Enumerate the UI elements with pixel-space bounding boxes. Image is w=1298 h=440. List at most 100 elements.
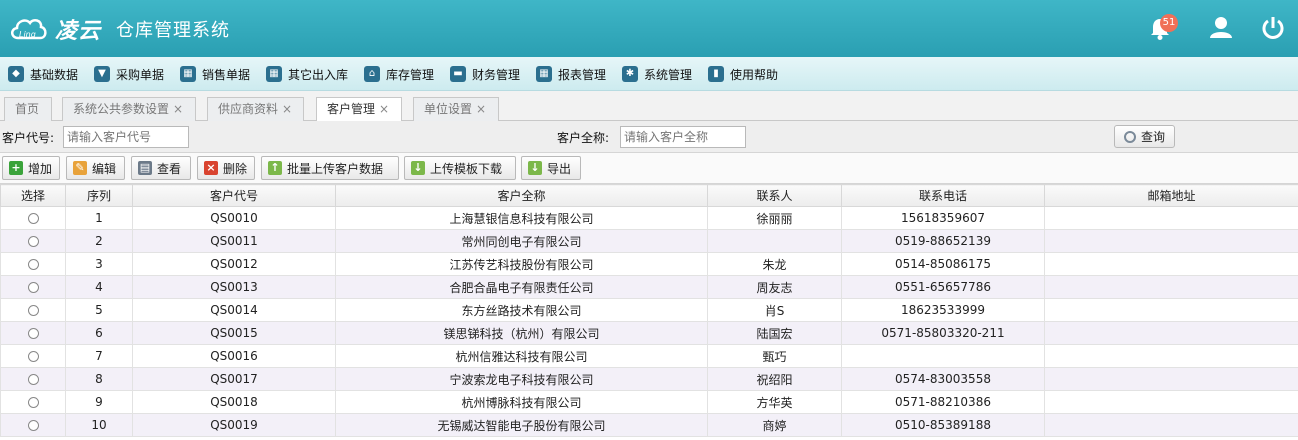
add-button[interactable]: + 增加 bbox=[2, 156, 60, 180]
row-select-cell[interactable] bbox=[0, 390, 66, 414]
table-row[interactable]: 7 QS0016 杭州信雅达科技有限公司 甄巧 bbox=[0, 344, 1298, 368]
menu-help[interactable]: ▮ 使用帮助 bbox=[708, 65, 778, 83]
tab-home[interactable]: 首页 bbox=[4, 97, 52, 121]
col-header-contact[interactable]: 联系人 bbox=[707, 184, 842, 207]
col-header-name[interactable]: 客户全称 bbox=[335, 184, 708, 207]
delete-button[interactable]: × 删除 bbox=[197, 156, 255, 180]
cell-email bbox=[1044, 206, 1298, 230]
row-select-cell[interactable] bbox=[0, 413, 66, 437]
cell-code: QS0011 bbox=[132, 229, 336, 253]
cell-code: QS0015 bbox=[132, 321, 336, 345]
table-row[interactable]: 10 QS0019 无锡威达智能电子股份有限公司 商婷 0510-85389188 bbox=[0, 413, 1298, 437]
row-select-cell[interactable] bbox=[0, 321, 66, 345]
row-radio[interactable] bbox=[27, 213, 39, 224]
edit-button[interactable]: ✎ 编辑 bbox=[66, 156, 125, 180]
close-icon[interactable]: × bbox=[173, 102, 183, 116]
menu-sales[interactable]: ▦ 销售单据 bbox=[180, 65, 250, 83]
cell-email bbox=[1044, 298, 1298, 322]
view-button[interactable]: ▤ 查看 bbox=[131, 156, 191, 180]
col-header-email[interactable]: 邮箱地址 bbox=[1044, 184, 1298, 207]
tab-system-params[interactable]: 系统公共参数设置 × bbox=[62, 97, 196, 121]
cell-email bbox=[1044, 390, 1298, 414]
query-button[interactable]: 查询 bbox=[1114, 125, 1175, 148]
row-select-cell[interactable] bbox=[0, 275, 66, 299]
row-select-cell[interactable] bbox=[0, 344, 66, 368]
template-download-button[interactable]: ↓ 上传模板下载 bbox=[404, 156, 516, 180]
table-row[interactable]: 1 QS0010 上海慧银信息科技有限公司 徐丽丽 15618359607 bbox=[0, 206, 1298, 230]
row-radio[interactable] bbox=[27, 374, 39, 385]
cell-contact: 甄巧 bbox=[707, 344, 842, 368]
close-icon[interactable]: × bbox=[476, 102, 486, 116]
tab-customers[interactable]: 客户管理 × bbox=[316, 97, 402, 122]
row-radio[interactable] bbox=[27, 259, 39, 270]
row-radio[interactable] bbox=[27, 351, 39, 362]
row-select-cell[interactable] bbox=[0, 298, 66, 322]
row-select-cell[interactable] bbox=[0, 229, 66, 253]
row-radio[interactable] bbox=[27, 282, 39, 293]
row-select-cell[interactable] bbox=[0, 252, 66, 276]
close-icon[interactable]: × bbox=[282, 102, 292, 116]
cell-name: 合肥合晶电子有限责任公司 bbox=[335, 275, 708, 299]
cell-seq: 3 bbox=[65, 252, 133, 276]
tab-suppliers[interactable]: 供应商资料 × bbox=[207, 97, 304, 121]
row-radio[interactable] bbox=[27, 397, 39, 408]
menu-purchase[interactable]: ▼ 采购单据 bbox=[94, 65, 164, 83]
cell-email bbox=[1044, 413, 1298, 437]
menu-other-inout[interactable]: ▦ 其它出入库 bbox=[266, 65, 348, 83]
table-row[interactable]: 2 QS0011 常州同创电子有限公司 0519-88652139 bbox=[0, 229, 1298, 253]
row-radio[interactable] bbox=[27, 236, 39, 247]
table-row[interactable]: 5 QS0014 东方丝路技术有限公司 肖S 18623533999 bbox=[0, 298, 1298, 322]
customer-code-input[interactable] bbox=[63, 126, 189, 148]
table-row[interactable]: 3 QS0012 江苏传艺科技股份有限公司 朱龙 0514-85086175 bbox=[0, 252, 1298, 276]
calendar-icon: ▦ bbox=[536, 66, 552, 82]
cell-seq: 8 bbox=[65, 367, 133, 391]
calendar-icon: ▦ bbox=[180, 66, 196, 82]
table-row[interactable]: 6 QS0015 镁思锑科技（杭州）有限公司 陆国宏 0571-85803320-211 bbox=[0, 321, 1298, 345]
brand-name: 凌云 bbox=[55, 19, 102, 44]
table-row[interactable]: 8 QS0017 宁波索龙电子科技有限公司 祝绍阳 0574-83003558 bbox=[0, 367, 1298, 391]
cell-contact: 肖S bbox=[707, 298, 842, 322]
cell-contact: 朱龙 bbox=[707, 252, 842, 276]
cell-name: 江苏传艺科技股份有限公司 bbox=[335, 252, 708, 276]
export-button[interactable]: ↓ 导出 bbox=[521, 156, 581, 180]
col-header-phone[interactable]: 联系电话 bbox=[841, 184, 1045, 207]
cell-contact: 徐丽丽 bbox=[707, 206, 842, 230]
cell-phone: 18623533999 bbox=[841, 298, 1045, 322]
menu-basic-data[interactable]: ◆ 基础数据 bbox=[8, 65, 78, 83]
menu-system[interactable]: ✱ 系统管理 bbox=[622, 65, 692, 83]
cell-email bbox=[1044, 367, 1298, 391]
bulk-upload-button[interactable]: ↑ 批量上传客户数据 bbox=[261, 156, 399, 180]
row-select-cell[interactable] bbox=[0, 206, 66, 230]
cell-seq: 10 bbox=[65, 413, 133, 437]
menu-inventory[interactable]: ⌂ 库存管理 bbox=[364, 65, 434, 83]
menu-finance[interactable]: ▬ 财务管理 bbox=[450, 65, 520, 83]
cell-contact: 方华英 bbox=[707, 390, 842, 414]
table-body: 1 QS0010 上海慧银信息科技有限公司 徐丽丽 15618359607 2 QS0011… bbox=[0, 206, 1298, 437]
cell-phone bbox=[841, 344, 1045, 368]
cell-phone: 15618359607 bbox=[841, 206, 1045, 230]
menu-reports[interactable]: ▦ 报表管理 bbox=[536, 65, 606, 83]
user-icon[interactable] bbox=[1207, 14, 1235, 42]
power-icon[interactable] bbox=[1259, 14, 1287, 42]
close-icon[interactable]: × bbox=[379, 102, 389, 116]
cell-code: QS0018 bbox=[132, 390, 336, 414]
cell-name: 杭州信雅达科技有限公司 bbox=[335, 344, 708, 368]
cell-code: QS0014 bbox=[132, 298, 336, 322]
tab-bar: 首页 系统公共参数设置 × 供应商资料 × 客户管理 × 单位设置 × bbox=[0, 91, 1298, 122]
row-radio[interactable] bbox=[27, 328, 39, 339]
table-row[interactable]: 9 QS0018 杭州博脉科技有限公司 方华英 0571-88210386 bbox=[0, 390, 1298, 414]
cloud-logo-icon bbox=[11, 18, 47, 40]
plus-icon: + bbox=[9, 161, 23, 175]
table-row[interactable]: 4 QS0013 合肥合晶电子有限责任公司 周友志 0551-65657786 bbox=[0, 275, 1298, 299]
customer-name-input[interactable] bbox=[620, 126, 746, 148]
col-header-code[interactable]: 客户代号 bbox=[132, 184, 336, 207]
arrow-down-icon: ↓ bbox=[528, 161, 542, 175]
logo-subtext: Ling bbox=[19, 30, 36, 39]
row-select-cell[interactable] bbox=[0, 367, 66, 391]
tab-units[interactable]: 单位设置 × bbox=[413, 97, 499, 121]
row-radio[interactable] bbox=[27, 305, 39, 316]
cell-name: 宁波索龙电子科技有限公司 bbox=[335, 367, 708, 391]
main-menu: ◆ 基础数据 ▼ 采购单据 ▦ 销售单据 ▦ 其它出入库 ⌂ 库存管理 ▬ 财务管理 ▦ 报表… bbox=[0, 57, 1298, 91]
row-radio[interactable] bbox=[27, 420, 39, 431]
col-header-seq[interactable]: 序列 bbox=[65, 184, 133, 207]
